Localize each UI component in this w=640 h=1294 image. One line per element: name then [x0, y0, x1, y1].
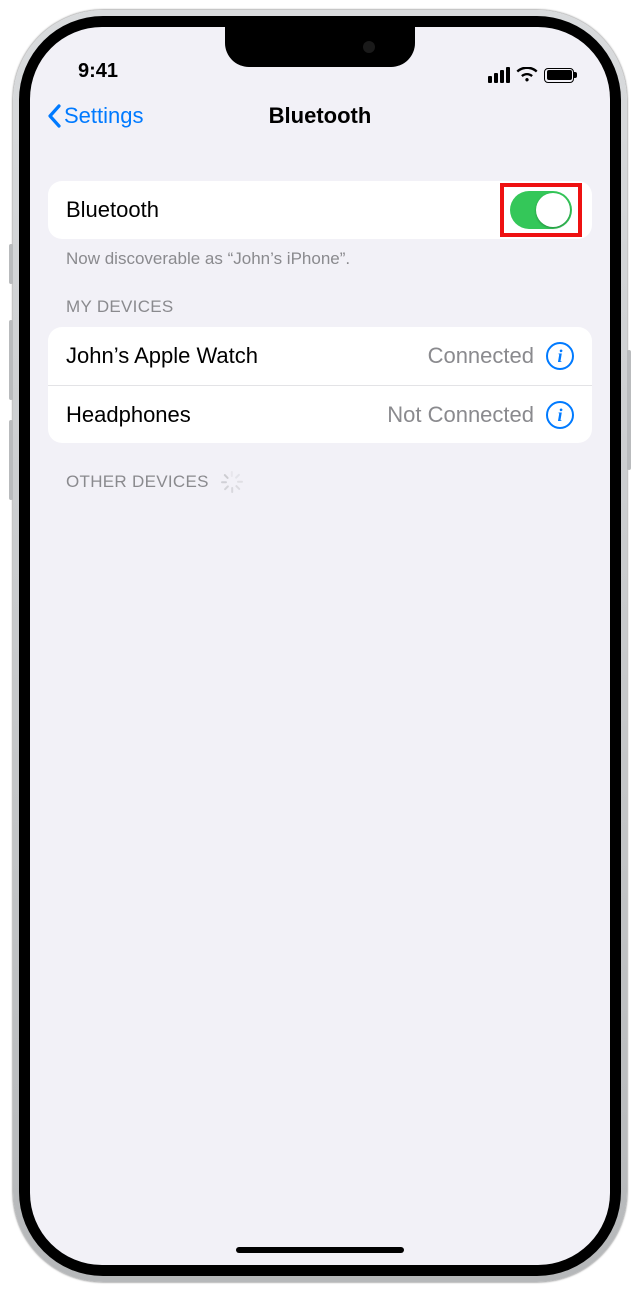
device-row[interactable]: Headphones Not Connected i	[48, 385, 592, 443]
info-icon[interactable]: i	[546, 401, 574, 429]
battery-icon	[544, 68, 574, 83]
side-button-volume-up	[9, 320, 13, 400]
cellular-icon	[488, 67, 510, 83]
toggle-switch-on	[510, 191, 572, 229]
discoverable-text: Now discoverable as “John’s iPhone”.	[48, 239, 592, 269]
my-devices-header: MY DEVICES	[48, 269, 592, 327]
side-button-silent	[9, 244, 13, 284]
side-button-power	[627, 350, 631, 470]
nav-bar: Settings Bluetooth	[30, 85, 610, 147]
spinner-icon	[221, 471, 243, 493]
device-row[interactable]: John’s Apple Watch Connected i	[48, 327, 592, 385]
bluetooth-label: Bluetooth	[66, 197, 508, 223]
bluetooth-toggle-row: Bluetooth	[48, 181, 592, 239]
back-button[interactable]: Settings	[46, 103, 144, 129]
info-icon[interactable]: i	[546, 342, 574, 370]
phone-frame: 9:41 Settings Bluetooth	[13, 10, 627, 1282]
device-status: Not Connected	[387, 402, 534, 428]
other-devices-header: OTHER DEVICES	[48, 443, 592, 503]
side-button-volume-down	[9, 420, 13, 500]
back-label: Settings	[64, 103, 144, 129]
home-indicator[interactable]	[236, 1247, 404, 1253]
status-time: 9:41	[78, 60, 118, 83]
screen: 9:41 Settings Bluetooth	[30, 27, 610, 1265]
bluetooth-toggle[interactable]	[508, 189, 574, 231]
device-name: John’s Apple Watch	[66, 343, 428, 369]
other-devices-label: OTHER DEVICES	[66, 472, 209, 492]
notch	[225, 27, 415, 67]
device-status: Connected	[428, 343, 534, 369]
bluetooth-toggle-card: Bluetooth	[48, 181, 592, 239]
wifi-icon	[516, 67, 538, 83]
my-devices-list: John’s Apple Watch Connected i Headphone…	[48, 327, 592, 443]
chevron-left-icon	[46, 104, 62, 128]
device-name: Headphones	[66, 402, 387, 428]
